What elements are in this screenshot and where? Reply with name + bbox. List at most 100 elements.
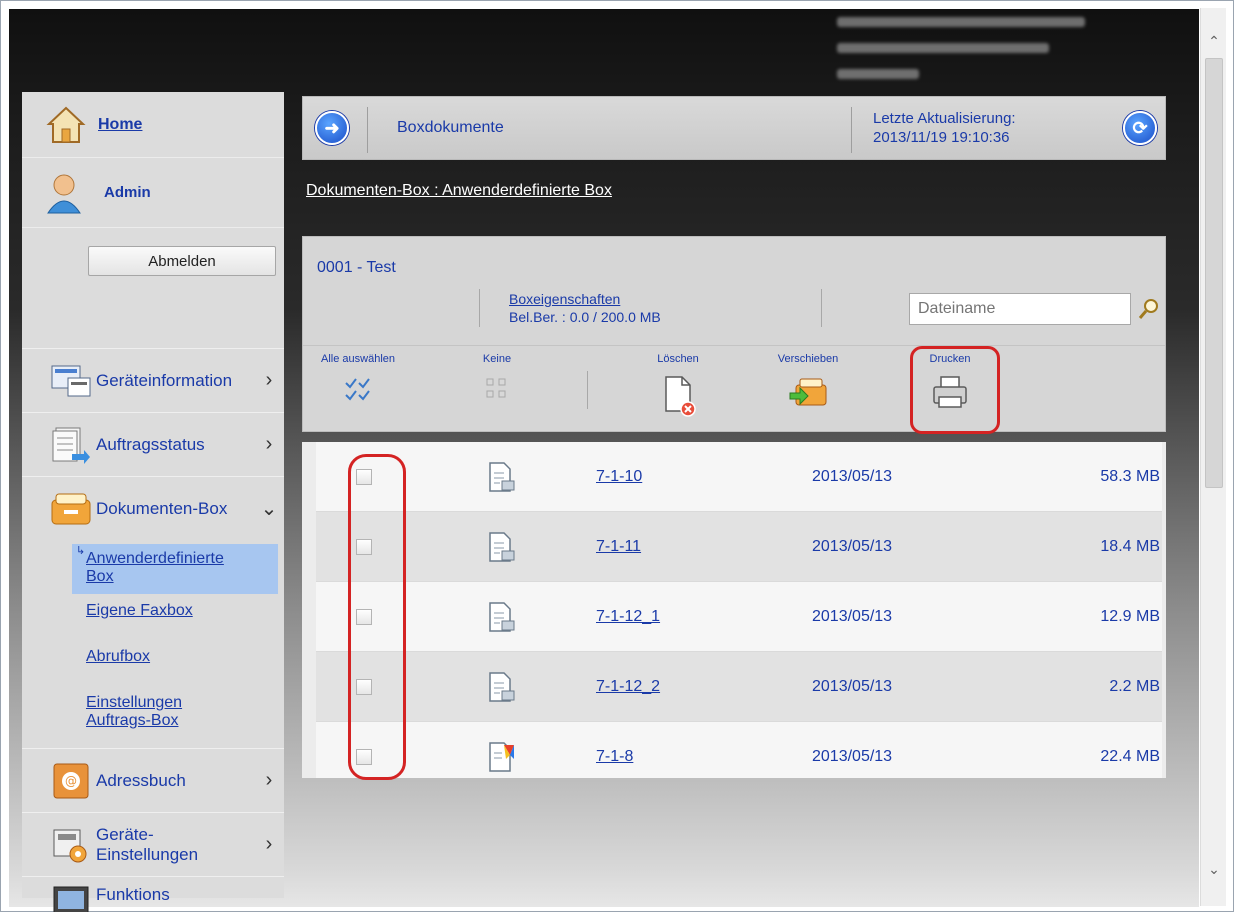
divider	[367, 107, 368, 153]
job-status-icon	[52, 427, 90, 464]
file-name-link[interactable]: 7-1-10	[596, 468, 642, 486]
chevron-down-icon: ⌄	[260, 498, 278, 520]
home-link[interactable]: Home	[98, 116, 142, 134]
menu-label: Geräte- Einstellungen	[96, 824, 199, 864]
highlight-print-button	[910, 346, 1000, 434]
submenu-job-box-settings[interactable]: Einstellungen Auftrags-Box	[86, 694, 182, 730]
menu-function-settings[interactable]: Funktions	[22, 876, 284, 912]
address-book-icon: @	[53, 763, 89, 798]
submenu-fax-box[interactable]: Eigene Faxbox	[86, 602, 193, 620]
file-size: 58.3 MB	[1100, 467, 1160, 485]
last-update-time: 2013/11/19 19:10:36	[873, 129, 1010, 146]
tool-label: Alle auswählen	[321, 353, 395, 365]
refresh-button[interactable]: ⟳	[1123, 111, 1157, 145]
vertical-scrollbar[interactable]: ⌃ ⌄	[1200, 8, 1226, 906]
table-row[interactable]: 7-1-10 2013/05/13 58.3 MB	[316, 442, 1162, 512]
file-name-link[interactable]: 7-1-12_1	[596, 608, 660, 626]
scan-document-icon	[486, 601, 516, 633]
menu-document-box[interactable]: Dokumenten-Box ⌄	[22, 476, 284, 540]
file-date: 2013/05/13	[812, 607, 893, 625]
refresh-icon: ⟳	[1132, 117, 1148, 138]
table-row[interactable]: 7-1-8 2013/05/13 22.4 MB	[316, 722, 1162, 778]
menu-label: Auftragsstatus	[96, 434, 205, 454]
select-all-button[interactable]: Alle auswählen	[313, 353, 403, 423]
document-box-icon	[51, 493, 91, 524]
divider	[587, 371, 588, 409]
box-usage: Bel.Ber. : 0.0 / 200.0 MB	[509, 309, 661, 325]
color-document-icon	[486, 741, 516, 773]
select-all-icon	[345, 378, 370, 401]
file-size: 12.9 MB	[1100, 607, 1160, 625]
box-name: 0001 - Test	[317, 259, 396, 276]
logout-button[interactable]: Abmelden	[88, 246, 276, 276]
menu-label: Geräteinformation	[96, 370, 233, 390]
move-to-box-icon	[789, 378, 827, 406]
menu-label: Dokumenten-Box	[96, 498, 228, 518]
chevron-right-icon: ›	[265, 433, 273, 455]
user-icon	[47, 174, 81, 213]
file-name-link[interactable]: 7-1-8	[596, 748, 633, 766]
last-update-label: Letzte Aktualisierung:	[873, 110, 1016, 127]
divider	[821, 289, 822, 327]
header-bar: ➜ Boxdokumente Letzte Aktualisierung: 20…	[302, 96, 1166, 160]
file-date: 2013/05/13	[812, 467, 893, 485]
submenu-arrow-icon: ↳	[76, 545, 86, 557]
file-date: 2013/05/13	[812, 747, 893, 765]
scroll-up-icon[interactable]: ⌃	[1201, 28, 1227, 54]
arrow-left-icon: ➜	[324, 117, 340, 138]
divider	[851, 107, 852, 153]
divider	[303, 345, 1165, 346]
scan-document-icon	[486, 531, 516, 563]
document-list: 7-1-10 2013/05/13 58.3 MB 7-1-11 2013/05/13 1…	[302, 442, 1166, 778]
move-button[interactable]: Verschieben	[763, 353, 853, 423]
back-button[interactable]: ➜	[315, 111, 349, 145]
highlight-checkboxes	[348, 454, 406, 780]
scroll-down-icon[interactable]: ⌄	[1201, 856, 1227, 882]
menu-label: Funktions	[96, 885, 170, 904]
user-row: Admin	[22, 158, 284, 228]
home-row: Home	[22, 92, 284, 158]
box-properties-link[interactable]: Boxeigenschaften	[509, 291, 620, 307]
select-none-icon	[486, 378, 506, 398]
table-row[interactable]: 7-1-12_2 2013/05/13 2.2 MB	[316, 652, 1162, 722]
divider	[479, 289, 480, 327]
file-size: 2.2 MB	[1109, 677, 1160, 695]
file-date: 2013/05/13	[812, 537, 893, 555]
device-settings-icon	[53, 829, 87, 862]
blurred-header-text	[837, 17, 1085, 27]
file-size: 18.4 MB	[1100, 537, 1160, 555]
box-panel: 0001 - Test Boxeigenschaften Bel.Ber. : …	[302, 236, 1166, 432]
sidebar: Home Admin Abmelden Geräteinformation › …	[22, 92, 284, 912]
submenu-custom-box[interactable]: Anwenderdefinierte Box	[86, 550, 224, 586]
chevron-right-icon: ›	[265, 369, 273, 391]
search-icon[interactable]	[1137, 297, 1161, 321]
menu-job-status[interactable]: Auftragsstatus ›	[22, 412, 284, 476]
file-name-link[interactable]: 7-1-11	[596, 538, 641, 556]
menu-address-book[interactable]: @ Adressbuch ›	[22, 748, 284, 812]
tool-label: Löschen	[657, 353, 699, 365]
page-title: Boxdokumente	[397, 119, 504, 136]
menu-device-info[interactable]: Geräteinformation ›	[22, 348, 284, 412]
table-row[interactable]: 7-1-11 2013/05/13 18.4 MB	[316, 512, 1162, 582]
filename-search-input[interactable]	[909, 293, 1131, 325]
scan-document-icon	[486, 671, 516, 703]
chevron-right-icon: ›	[265, 769, 273, 791]
device-info-icon	[51, 365, 91, 396]
scan-document-icon	[486, 461, 516, 493]
scroll-thumb[interactable]	[1205, 58, 1223, 488]
menu-device-settings[interactable]: Geräte- Einstellungen ›	[22, 812, 284, 876]
delete-button[interactable]: Löschen	[633, 353, 723, 423]
select-none-button[interactable]: Keine	[459, 353, 535, 423]
file-name-link[interactable]: 7-1-12_2	[596, 678, 660, 696]
svg-text:@: @	[65, 774, 77, 788]
submenu-polling-box[interactable]: Abrufbox	[86, 648, 150, 666]
delete-document-icon	[665, 376, 696, 417]
table-row[interactable]: 7-1-12_1 2013/05/13 12.9 MB	[316, 582, 1162, 652]
blurred-header-text	[837, 43, 1049, 53]
file-date: 2013/05/13	[812, 677, 893, 695]
function-settings-icon	[53, 886, 89, 912]
menu-label: Adressbuch	[96, 770, 186, 790]
tool-label: Keine	[482, 353, 512, 365]
breadcrumb[interactable]: Dokumenten-Box : Anwenderdefinierte Box	[306, 182, 612, 200]
last-update-info: Letzte Aktualisierung: 2013/11/19 19:10:…	[873, 109, 1016, 147]
